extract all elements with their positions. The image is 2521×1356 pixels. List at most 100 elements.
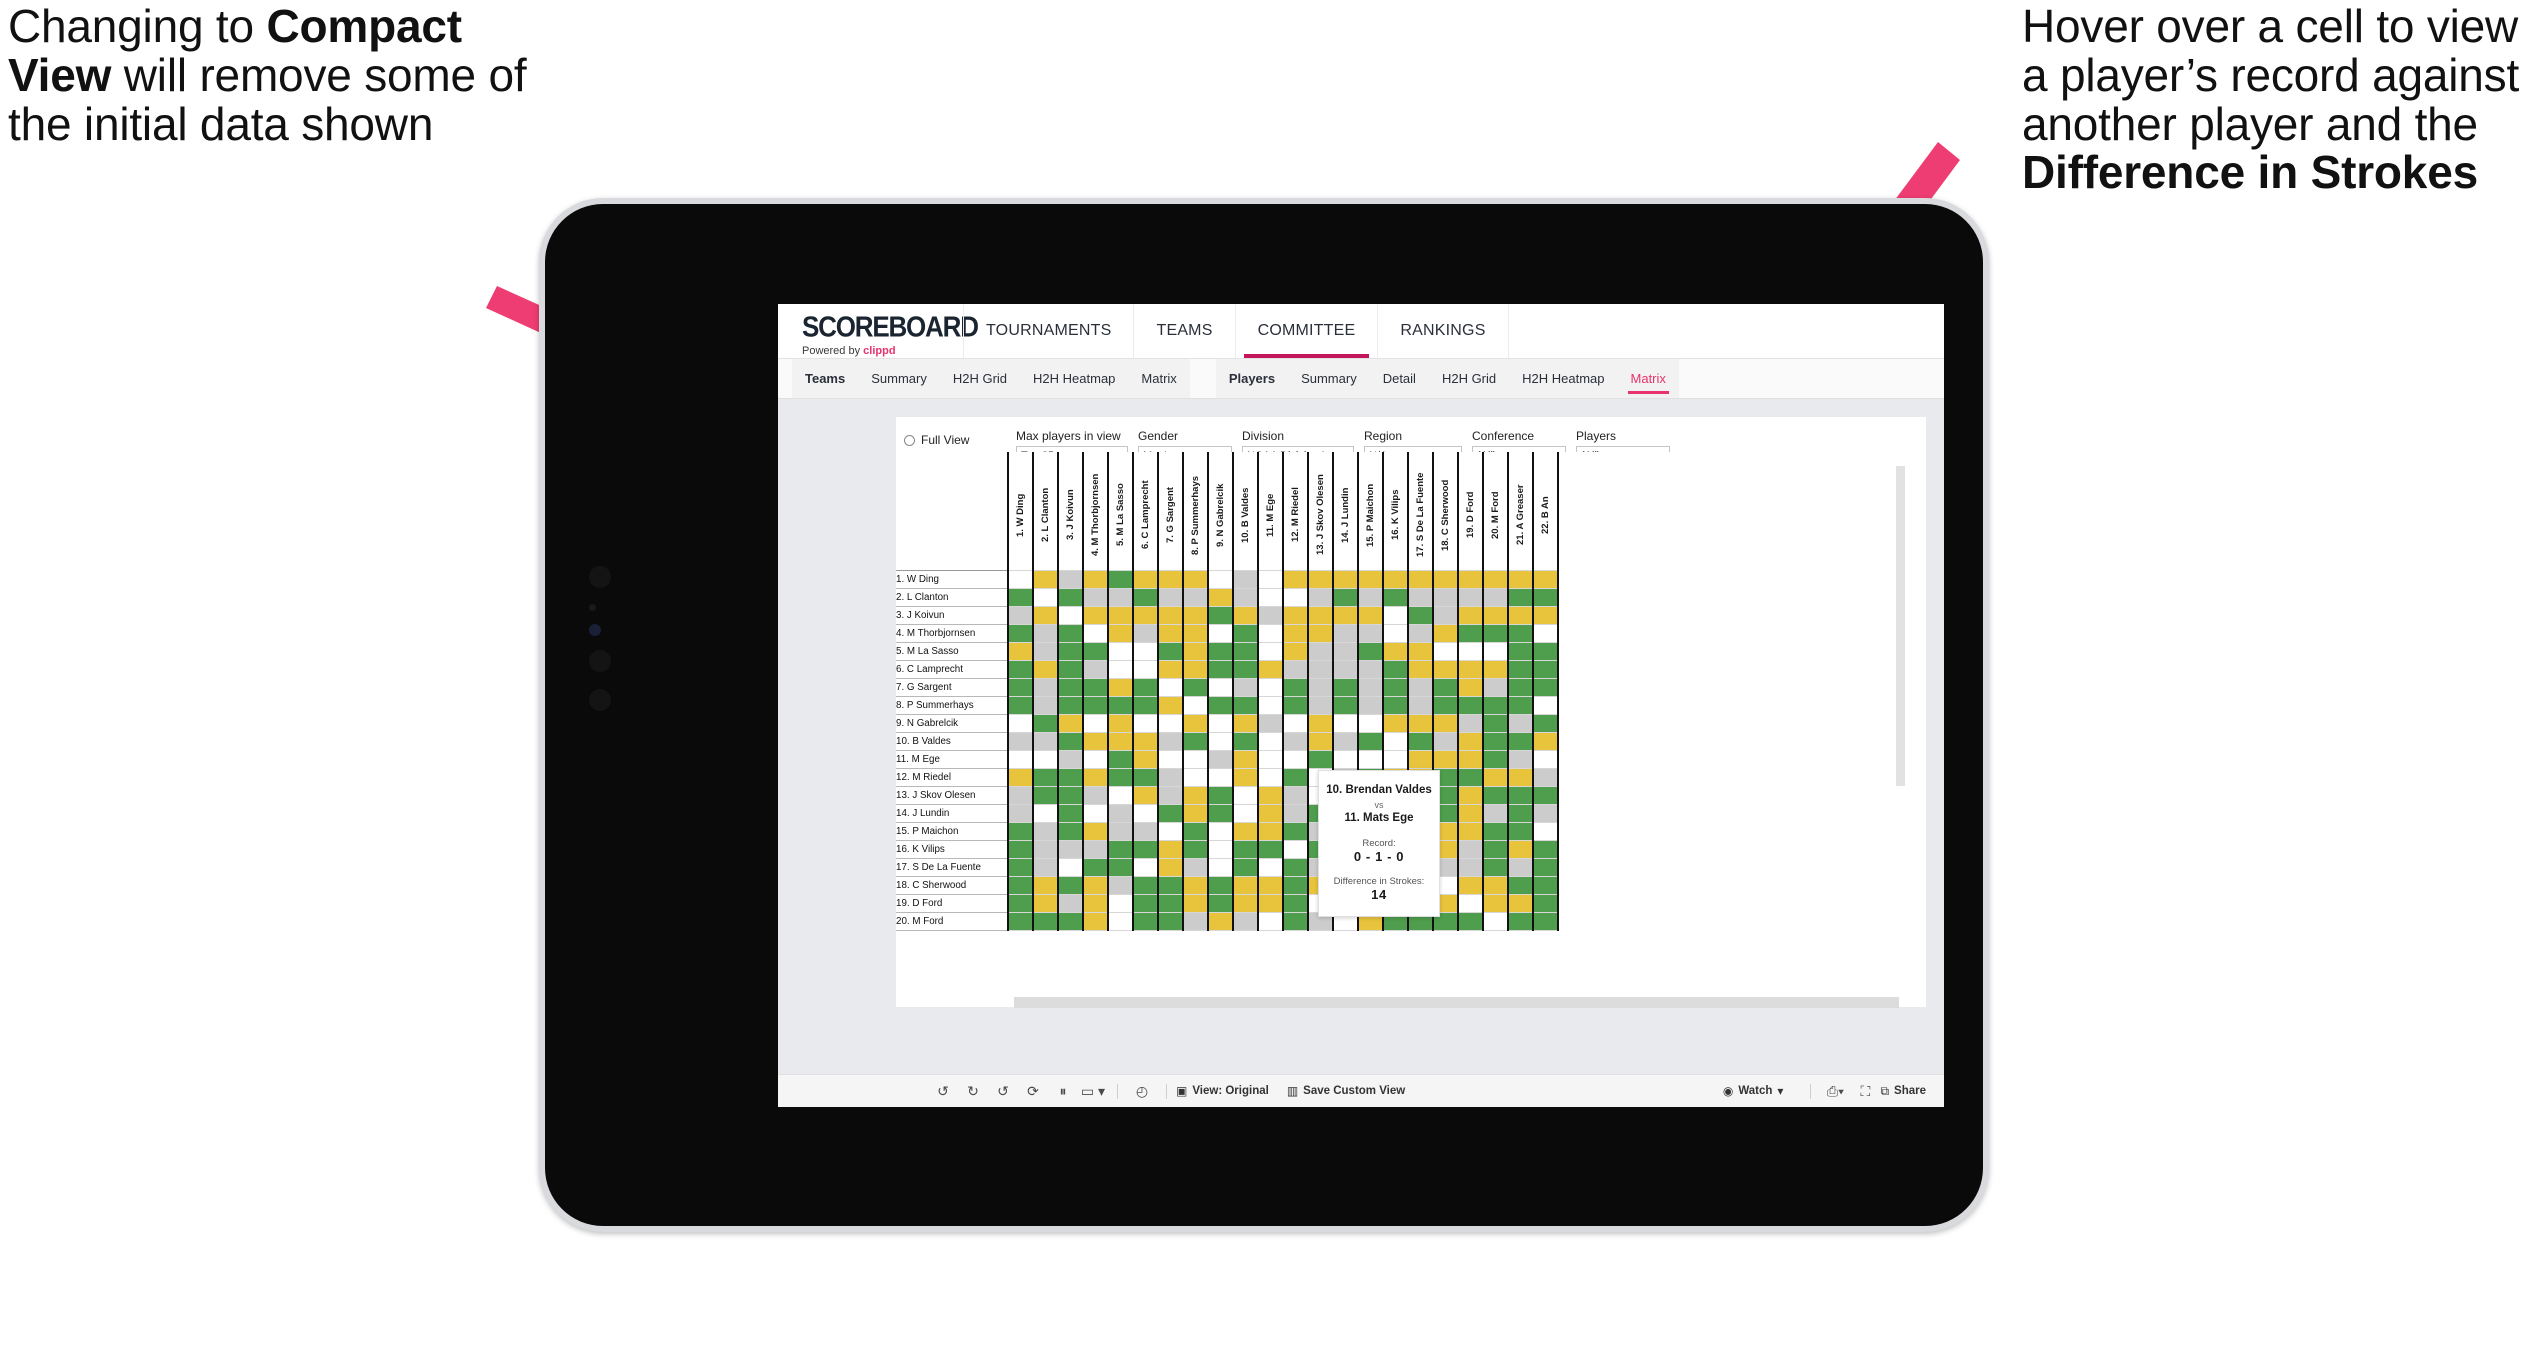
- matrix-cell[interactable]: [1382, 623, 1409, 643]
- matrix-cell[interactable]: [1132, 713, 1159, 733]
- matrix-cell[interactable]: [1232, 641, 1259, 661]
- matrix-cell[interactable]: [1132, 695, 1159, 715]
- matrix-cell[interactable]: [1232, 875, 1259, 895]
- matrix-cell[interactable]: [1282, 767, 1309, 787]
- matrix-cell[interactable]: [1482, 821, 1509, 841]
- matrix-cell[interactable]: [1207, 857, 1234, 877]
- matrix-column-header[interactable]: 4. M Thorbjornsen: [1082, 452, 1109, 570]
- matrix-cell[interactable]: [1082, 587, 1109, 607]
- matrix-cell[interactable]: [1357, 623, 1384, 643]
- matrix-cell[interactable]: [1482, 893, 1509, 913]
- matrix-cell[interactable]: [1132, 803, 1159, 823]
- matrix-cell[interactable]: [1057, 911, 1084, 931]
- matrix-cell[interactable]: [1107, 587, 1134, 607]
- matrix-cell[interactable]: [1482, 803, 1509, 823]
- matrix-cell[interactable]: [1532, 659, 1559, 679]
- matrix-cell[interactable]: [1157, 767, 1184, 787]
- matrix-cell[interactable]: [1432, 587, 1459, 607]
- matrix-cell[interactable]: [1032, 695, 1059, 715]
- matrix-cell[interactable]: [1232, 893, 1259, 913]
- matrix-cell[interactable]: [1407, 713, 1434, 733]
- matrix-cell[interactable]: [1232, 659, 1259, 679]
- matrix-cell[interactable]: [1082, 875, 1109, 895]
- matrix-cell[interactable]: [1132, 641, 1159, 661]
- matrix-cell[interactable]: [1532, 587, 1559, 607]
- matrix-cell[interactable]: [1457, 893, 1484, 913]
- matrix-column-header[interactable]: 19. D Ford: [1457, 452, 1484, 570]
- matrix-cell[interactable]: [1532, 767, 1559, 787]
- matrix-cell[interactable]: [1507, 785, 1534, 805]
- matrix-cell[interactable]: [1007, 605, 1034, 625]
- matrix-cell[interactable]: [1507, 569, 1534, 589]
- matrix-cell[interactable]: [1132, 821, 1159, 841]
- matrix-cell[interactable]: [1532, 605, 1559, 625]
- matrix-cell[interactable]: [1032, 587, 1059, 607]
- matrix-cell[interactable]: [1532, 785, 1559, 805]
- matrix-cell[interactable]: [1182, 677, 1209, 697]
- matrix-cell[interactable]: [1457, 875, 1484, 895]
- matrix-cell[interactable]: [1207, 749, 1234, 769]
- matrix-cell[interactable]: [1457, 677, 1484, 697]
- matrix-cell[interactable]: [1007, 893, 1034, 913]
- matrix-cell[interactable]: [1332, 659, 1359, 679]
- matrix-row-label[interactable]: 2. L Clanton: [896, 587, 1008, 607]
- matrix-cell[interactable]: [1057, 587, 1084, 607]
- matrix-cell[interactable]: [1357, 641, 1384, 661]
- matrix-cell[interactable]: [1382, 659, 1409, 679]
- matrix-cell[interactable]: [1232, 569, 1259, 589]
- matrix-cell[interactable]: [1207, 713, 1234, 733]
- matrix-cell[interactable]: [1257, 875, 1284, 895]
- matrix-cell[interactable]: [1282, 857, 1309, 877]
- matrix-cell[interactable]: [1507, 623, 1534, 643]
- matrix-cell[interactable]: [1482, 767, 1509, 787]
- h2h-matrix-table[interactable]: 1. W Ding 2. L Clanton 3. J Koivun 4. M Tho…: [896, 452, 1559, 931]
- matrix-column-header[interactable]: 16. K Vilips: [1382, 452, 1409, 570]
- matrix-cell[interactable]: [1082, 821, 1109, 841]
- matrix-cell[interactable]: [1107, 803, 1134, 823]
- matrix-row-label[interactable]: 10. B Valdes: [896, 731, 1008, 751]
- matrix-cell[interactable]: [1007, 749, 1034, 769]
- matrix-cell[interactable]: [1457, 623, 1484, 643]
- matrix-column-header[interactable]: 8. P Summerhays: [1182, 452, 1209, 570]
- matrix-cell[interactable]: [1182, 875, 1209, 895]
- matrix-cell[interactable]: [1207, 623, 1234, 643]
- matrix-cell[interactable]: [1257, 587, 1284, 607]
- matrix-cell[interactable]: [1157, 911, 1184, 931]
- matrix-cell[interactable]: [1082, 803, 1109, 823]
- matrix-cell[interactable]: [1282, 749, 1309, 769]
- matrix-row-label[interactable]: 3. J Koivun: [896, 605, 1008, 625]
- matrix-row-label[interactable]: 19. D Ford: [896, 893, 1008, 913]
- matrix-cell[interactable]: [1182, 749, 1209, 769]
- matrix-cell[interactable]: [1082, 857, 1109, 877]
- matrix-cell[interactable]: [1382, 605, 1409, 625]
- alert-icon[interactable]: ◴: [1127, 1083, 1157, 1100]
- matrix-cell[interactable]: [1532, 749, 1559, 769]
- matrix-cell[interactable]: [1532, 677, 1559, 697]
- matrix-cell[interactable]: [1257, 911, 1284, 931]
- matrix-cell[interactable]: [1157, 821, 1184, 841]
- matrix-cell[interactable]: [1057, 659, 1084, 679]
- matrix-cell[interactable]: [1307, 677, 1334, 697]
- matrix-cell[interactable]: [1257, 695, 1284, 715]
- matrix-cell[interactable]: [1232, 785, 1259, 805]
- matrix-cell[interactable]: [1232, 839, 1259, 859]
- matrix-column-header[interactable]: 20. M Ford: [1482, 452, 1509, 570]
- matrix-cell[interactable]: [1007, 875, 1034, 895]
- matrix-cell[interactable]: [1282, 677, 1309, 697]
- matrix-cell[interactable]: [1457, 857, 1484, 877]
- matrix-cell[interactable]: [1307, 749, 1334, 769]
- matrix-cell[interactable]: [1082, 839, 1109, 859]
- matrix-cell[interactable]: [1082, 569, 1109, 589]
- matrix-cell[interactable]: [1432, 713, 1459, 733]
- matrix-cell[interactable]: [1332, 641, 1359, 661]
- matrix-cell[interactable]: [1257, 605, 1284, 625]
- matrix-cell[interactable]: [1332, 731, 1359, 751]
- matrix-column-header[interactable]: 9. N Gabrelcik: [1207, 452, 1234, 570]
- matrix-cell[interactable]: [1332, 569, 1359, 589]
- matrix-cell[interactable]: [1482, 839, 1509, 859]
- matrix-cell[interactable]: [1207, 659, 1234, 679]
- matrix-cell[interactable]: [1007, 695, 1034, 715]
- matrix-cell[interactable]: [1257, 839, 1284, 859]
- subnav-players-h2h-heatmap[interactable]: H2H Heatmap: [1509, 359, 1617, 398]
- matrix-cell[interactable]: [1157, 569, 1184, 589]
